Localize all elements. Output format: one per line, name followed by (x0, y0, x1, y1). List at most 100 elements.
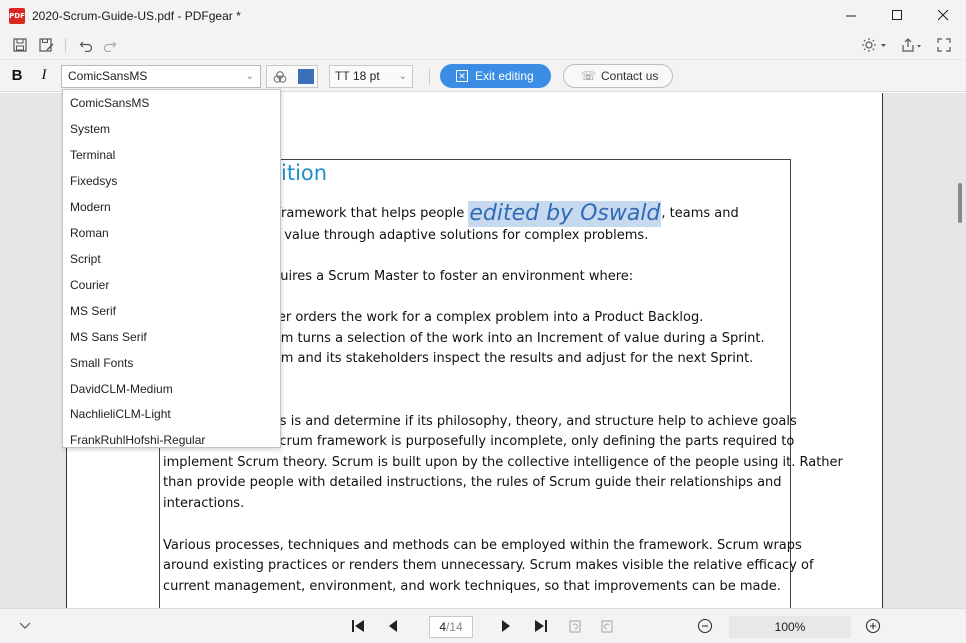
paragraph-line[interactable]: than provide people with detailed instru… (163, 475, 782, 490)
font-option[interactable]: Roman (70, 223, 109, 243)
bullet-line[interactable]: Team turns a selection of the work into … (259, 331, 765, 346)
text-edit-toolbar: B I ComicSansMS ⌄ TT 18 pt ⌄ ✕ Exit edit… (0, 60, 966, 92)
font-family-select[interactable]: ComicSansMS ⌄ (61, 65, 261, 88)
redo-icon (103, 41, 117, 52)
font-size-icon: TT (335, 69, 350, 83)
edited-text-selection[interactable]: edited by Oswald (468, 201, 662, 227)
zoom-in-button[interactable] (864, 617, 882, 635)
sidebar-toggle-button[interactable] (16, 617, 34, 635)
paragraph-line[interactable]: requires a Scrum Master to foster an env… (259, 269, 633, 284)
zoom-in-icon (865, 618, 881, 634)
paragraph-line[interactable]: interactions. (163, 496, 244, 511)
font-family-value: ComicSansMS (68, 69, 148, 83)
previous-page-icon (389, 620, 397, 632)
font-family-dropdown[interactable]: ComicSansMS System Terminal Fixedsys Mod… (62, 89, 281, 448)
font-option[interactable]: System (70, 119, 110, 139)
font-size-value: 18 pt (353, 69, 380, 83)
contact-us-label: Contact us (601, 69, 659, 83)
first-page-button[interactable] (349, 617, 367, 635)
font-option[interactable]: Script (70, 249, 101, 269)
window-controls (828, 0, 966, 31)
color-swatch[interactable] (298, 69, 314, 84)
chevron-down-icon: ⌄ (245, 71, 254, 82)
toolbar-divider (429, 69, 430, 85)
maximize-button[interactable] (874, 0, 920, 31)
undo-button[interactable] (77, 36, 95, 54)
font-option[interactable]: Small Fonts (70, 353, 133, 373)
font-option[interactable]: MS Sans Serif (70, 327, 147, 347)
exit-icon: ✕ (456, 70, 468, 82)
total-pages: /14 (446, 620, 463, 634)
paragraph-line[interactable]: it as is and determine if its philosophy… (259, 414, 797, 429)
previous-page-button[interactable] (384, 617, 402, 635)
save-as-icon (38, 38, 53, 52)
font-option[interactable]: ComicSansMS (70, 93, 149, 113)
font-size-select[interactable]: TT 18 pt ⌄ (329, 65, 413, 88)
current-page: 4 (439, 620, 446, 634)
paragraph-line[interactable]: ht framework that helps people edited by… (259, 201, 739, 227)
paragraph-line[interactable]: ate value through adaptive solutions for… (259, 228, 648, 243)
font-option[interactable]: DavidCLM-Medium (70, 379, 173, 399)
paragraph-line[interactable]: around existing practices or renders the… (163, 558, 814, 573)
font-option[interactable]: NachlieliCLM-Light (70, 404, 171, 424)
close-icon (937, 10, 948, 21)
section-title: ition (281, 161, 328, 185)
save-icon (13, 38, 27, 52)
font-option[interactable]: Courier (70, 275, 109, 295)
font-option[interactable]: MS Serif (70, 301, 116, 321)
toolbar-divider (65, 38, 66, 52)
rotate-left-icon (569, 620, 581, 633)
text-color-picker[interactable] (266, 65, 318, 88)
exit-editing-button[interactable]: ✕ Exit editing (440, 64, 551, 88)
share-icon (902, 38, 921, 52)
main-toolbar (0, 31, 966, 60)
next-page-icon (502, 620, 510, 632)
rotate-right-icon (601, 620, 613, 633)
italic-button[interactable]: I (36, 67, 52, 85)
paragraph-line[interactable]: e Scrum framework is purposefully incomp… (259, 434, 794, 449)
save-button[interactable] (11, 36, 29, 54)
headset-icon: ☏ (581, 69, 597, 83)
color-fill-icon (273, 71, 287, 83)
bullet-line[interactable]: wner orders the work for a complex probl… (259, 310, 703, 325)
paragraph-line[interactable]: Various processes, techniques and method… (163, 538, 802, 553)
window-title: 2020-Scrum-Guide-US.pdf - PDFgear * (32, 8, 241, 23)
contact-us-button[interactable]: ☏ Contact us (563, 64, 673, 88)
minimize-button[interactable] (828, 0, 874, 31)
fullscreen-icon (937, 38, 951, 52)
bullet-line[interactable]: Team and its stakeholders inspect the re… (259, 351, 753, 366)
zoom-level[interactable]: 100% (729, 616, 851, 638)
last-page-icon (535, 620, 547, 632)
last-page-button[interactable] (532, 617, 550, 635)
maximize-icon (891, 10, 902, 20)
font-option[interactable]: Fixedsys (70, 171, 117, 191)
paragraph-line[interactable]: current management, environment, and wor… (163, 579, 781, 594)
share-button[interactable] (901, 36, 923, 54)
rotate-right-button[interactable] (598, 617, 616, 635)
close-button[interactable] (920, 0, 966, 31)
theme-button[interactable] (861, 36, 887, 54)
bold-button[interactable]: B (9, 67, 25, 85)
zoom-out-button[interactable] (696, 617, 714, 635)
vertical-scrollbar[interactable] (958, 183, 962, 223)
sun-icon (862, 38, 886, 52)
pdfgear-logo-icon: PDF (9, 7, 25, 24)
font-option[interactable]: Modern (70, 197, 111, 217)
chevron-down-icon (19, 622, 31, 629)
page-number-input[interactable]: 4/14 (429, 616, 473, 638)
paragraph-line[interactable]: implement Scrum theory. Scrum is built u… (163, 455, 843, 470)
minimize-icon (845, 15, 856, 17)
chevron-down-icon: ⌄ (398, 71, 407, 82)
page-navigation-bar: 4/14 100% (0, 608, 966, 643)
title-bar: PDF 2020-Scrum-Guide-US.pdf - PDFgear * (0, 0, 966, 31)
rotate-left-button[interactable] (566, 617, 584, 635)
fullscreen-button[interactable] (935, 36, 953, 54)
font-option[interactable]: Terminal (70, 145, 115, 165)
save-as-button[interactable] (37, 36, 55, 54)
redo-button[interactable] (101, 36, 119, 54)
undo-icon (79, 41, 93, 52)
zoom-out-icon (697, 618, 713, 634)
first-page-icon (352, 620, 364, 632)
next-page-button[interactable] (497, 617, 515, 635)
font-option[interactable]: FrankRuhlHofshi-Regular (70, 430, 205, 450)
